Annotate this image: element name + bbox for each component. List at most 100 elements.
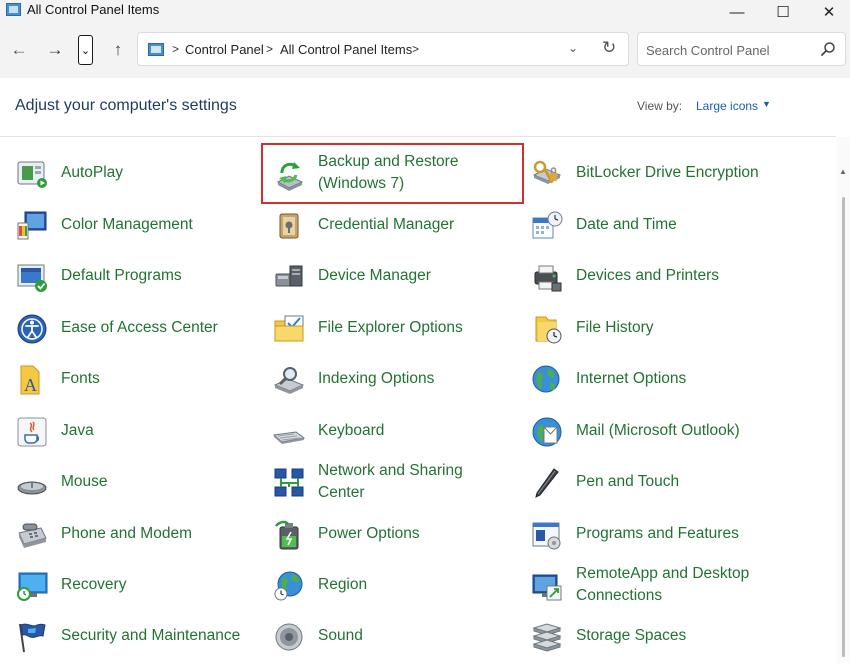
view-by-dropdown[interactable]: Large icons (696, 99, 758, 113)
item-label: Ease of Access Center (61, 319, 218, 336)
list-item[interactable]: Java (15, 409, 255, 453)
item-label: Region (318, 576, 368, 593)
list-item[interactable]: Region (272, 563, 512, 607)
search-box[interactable] (637, 32, 846, 66)
list-item[interactable]: Internet Options (530, 357, 790, 401)
list-item[interactable]: Color Management (15, 203, 255, 247)
list-item[interactable]: Device Manager (272, 254, 512, 298)
backup-restore-icon (276, 162, 304, 191)
list-item[interactable]: Security and Maintenance (15, 614, 255, 658)
recovery-icon (17, 572, 48, 601)
devices-printers-icon (534, 265, 562, 292)
scroll-up-icon[interactable]: ▲ (839, 167, 847, 176)
list-item[interactable]: Ease of Access Center (15, 306, 255, 350)
window-title: All Control Panel Items (27, 2, 160, 17)
list-item[interactable]: Mail (Microsoft Outlook) (530, 409, 790, 453)
keyboard-icon (272, 431, 306, 444)
search-input[interactable] (646, 41, 816, 59)
default-programs-icon (17, 264, 47, 292)
item-label: Security and Maintenance (61, 627, 241, 644)
item-label: Mouse (61, 473, 108, 490)
item-label: Phone and Modem (61, 525, 192, 542)
item-label: Keyboard (318, 422, 385, 439)
ease-of-access-icon (17, 314, 47, 344)
control-panel-icon (148, 43, 164, 56)
item-label: Devices and Printers (576, 267, 720, 284)
breadcrumb-separator[interactable]: > (412, 42, 419, 56)
network-sharing-icon (274, 468, 304, 497)
list-item[interactable]: File Explorer Options (272, 306, 512, 350)
address-dropdown-button[interactable]: ⌄ (568, 41, 578, 55)
breadcrumb-separator[interactable]: > (266, 42, 273, 56)
item-label: Color Management (61, 216, 193, 233)
item-label: Power Options (318, 525, 420, 542)
list-item[interactable]: Programs and Features (530, 512, 790, 556)
item-label: AutoPlay (61, 164, 124, 181)
item-label: Java (61, 422, 94, 439)
list-item[interactable]: Phone and Modem (15, 512, 255, 556)
bitlocker-icon (532, 160, 562, 184)
list-item[interactable]: Storage Spaces (530, 614, 790, 658)
address-bar[interactable]: > Control Panel > All Control Panel Item… (137, 32, 629, 66)
breadcrumb-separator[interactable]: > (172, 42, 179, 56)
list-item[interactable]: Credential Manager (272, 203, 512, 247)
programs-features-icon (532, 522, 561, 550)
list-item[interactable]: Default Programs (15, 254, 255, 298)
list-item[interactable]: A Fonts (15, 357, 255, 401)
list-item[interactable]: Sound (272, 614, 512, 658)
list-item[interactable]: Mouse (15, 460, 255, 504)
list-item[interactable]: File History (530, 306, 790, 350)
search-icon[interactable] (819, 40, 837, 58)
mail-icon (532, 417, 562, 447)
list-item[interactable]: Indexing Options (272, 357, 512, 401)
vertical-scrollbar[interactable]: ▲ (837, 137, 850, 663)
minimize-button[interactable]: — (714, 0, 760, 24)
autoplay-icon (17, 161, 47, 188)
list-item[interactable]: BitLocker Drive Encryption (530, 151, 790, 195)
item-label: Fonts (61, 370, 100, 387)
recent-locations-button[interactable]: ⌄ (78, 35, 93, 65)
maximize-button[interactable]: ☐ (760, 0, 806, 24)
back-button[interactable]: ← (7, 38, 31, 62)
item-label: Programs and Features (576, 525, 739, 542)
item-label: Pen and Touch (576, 473, 680, 490)
item-label: Network and Sharing Center (318, 462, 463, 501)
list-item[interactable]: RemoteApp and Desktop Connections (530, 563, 790, 607)
item-label: Date and Time (576, 216, 677, 233)
forward-button[interactable]: → (43, 38, 67, 62)
item-label: BitLocker Drive Encryption (576, 164, 759, 181)
list-item[interactable]: Date and Time (530, 203, 790, 247)
fonts-icon: A (20, 365, 40, 395)
item-label: File Explorer Options (318, 319, 463, 336)
credential-manager-icon (279, 213, 299, 239)
list-item[interactable]: Pen and Touch (530, 460, 790, 504)
power-options-icon (275, 520, 299, 550)
list-item[interactable]: Devices and Printers (530, 254, 790, 298)
internet-options-icon (532, 365, 560, 393)
list-item[interactable]: Backup and Restore (Windows 7) (272, 151, 512, 195)
sound-icon (275, 623, 303, 651)
remoteapp-icon (532, 574, 562, 601)
item-label: Credential Manager (318, 216, 455, 233)
list-item[interactable]: Network and Sharing Center (272, 460, 512, 504)
list-item[interactable]: Power Options (272, 512, 512, 556)
refresh-button[interactable]: ↻ (602, 38, 616, 58)
indexing-options-icon (273, 367, 305, 394)
file-history-icon (535, 316, 562, 344)
breadcrumb-control-panel[interactable]: Control Panel (185, 42, 264, 57)
close-button[interactable]: ✕ (806, 0, 850, 24)
chevron-down-icon[interactable]: ▼ (762, 99, 771, 109)
up-button[interactable]: ↑ (106, 38, 130, 62)
view-by-label: View by: (637, 99, 683, 113)
item-label: Device Manager (318, 267, 431, 284)
item-label: Storage Spaces (576, 627, 687, 644)
breadcrumb-all-items[interactable]: All Control Panel Items (280, 42, 412, 57)
item-label: Internet Options (576, 370, 687, 387)
list-item[interactable]: AutoPlay (15, 151, 255, 195)
scroll-thumb[interactable] (842, 197, 845, 657)
list-item[interactable]: Keyboard (272, 409, 512, 453)
device-manager-icon (275, 265, 303, 287)
list-item[interactable]: Recovery (15, 563, 255, 607)
phone-modem-icon (18, 523, 47, 548)
color-management-icon (17, 211, 47, 240)
